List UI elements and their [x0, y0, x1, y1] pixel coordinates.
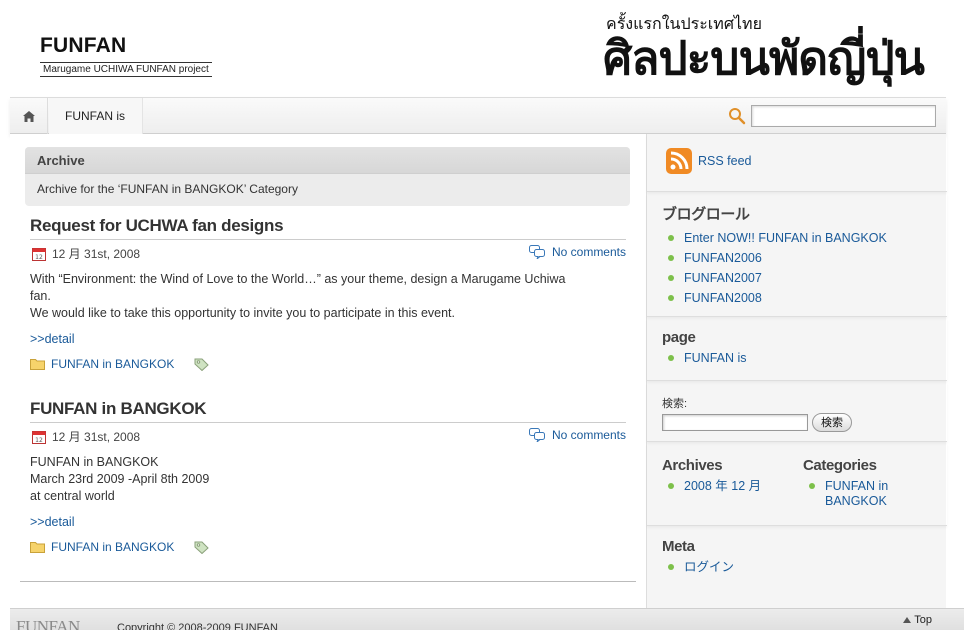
speech-bubbles-icon [528, 428, 545, 442]
archives-link[interactable]: 2008 年 12 月 [662, 476, 792, 496]
speech-bubbles-icon [528, 245, 545, 259]
nav-home-button[interactable] [10, 98, 48, 134]
magnifier-icon[interactable] [728, 107, 746, 128]
post: Request for UCHWA fan designs 12 12 月 31… [30, 216, 626, 371]
page-link[interactable]: FUNFAN is [662, 348, 947, 368]
search-row: 検索 [662, 413, 947, 432]
post-category: FUNFAN in BANGKOK [30, 357, 626, 371]
site-header: FUNFAN Marugame UCHIWA FUNFAN project คร… [0, 0, 964, 96]
content-divider [20, 581, 636, 582]
post-body-line: March 23rd 2009 -April 8th 2009 [30, 472, 210, 486]
blogroll-title: ブログロール [662, 206, 750, 223]
site-footer: FUNFAN Copyright © 2008-2009 FUNFAN Top [10, 608, 964, 630]
calendar-icon: 12 [32, 430, 46, 444]
post-comments-link[interactable]: No comments [528, 428, 626, 442]
blogroll-link[interactable]: FUNFAN2008 [662, 288, 947, 308]
post-detail-link[interactable]: >>detail [30, 332, 626, 346]
sidebar-search-button[interactable]: 検索 [812, 413, 852, 432]
brand[interactable]: FUNFAN Marugame UCHIWA FUNFAN project [40, 34, 212, 77]
tag-icon [194, 358, 210, 371]
tag-icon [194, 541, 210, 554]
back-to-top-label[interactable]: Top [914, 614, 932, 626]
blogroll-list: Enter NOW!! FUNFAN in BANGKOK FUNFAN2006… [662, 228, 947, 308]
archives-list: 2008 年 12 月 [662, 476, 792, 496]
folder-icon [30, 359, 45, 370]
post-detail-link[interactable]: >>detail [30, 515, 626, 529]
post-comments-link[interactable]: No comments [528, 245, 626, 259]
sidebar-search-input[interactable] [662, 414, 808, 431]
categories-link[interactable]: FUNFAN in BANGKOK [803, 476, 933, 509]
blogroll-link[interactable]: Enter NOW!! FUNFAN in BANGKOK [662, 228, 947, 248]
archive-description: Archive for the ‘FUNFAN in BANGKOK’ Cate… [37, 182, 298, 196]
site-title[interactable]: FUNFAN [40, 34, 212, 58]
rss-icon [666, 148, 692, 174]
archives-title: Archives [662, 457, 723, 474]
rss-feed-label[interactable]: RSS feed [698, 154, 752, 168]
post-comments-text[interactable]: No comments [552, 245, 626, 259]
post-date: 12 12 月 31st, 2008 [32, 428, 140, 445]
search-label: 検索: [662, 398, 688, 410]
back-to-top-link[interactable]: Top [903, 614, 932, 626]
categories-widget: Categories FUNFAN in BANGKOK [803, 457, 933, 509]
site-subtitle: Marugame UCHIWA FUNFAN project [40, 62, 212, 77]
post-body-line: We would like to take this opportunity t… [30, 306, 455, 320]
archives-categories-section: Archives 2008 年 12 月 Categories FUNFAN i… [647, 443, 947, 526]
post-body-line: fan. [30, 289, 51, 303]
post-title[interactable]: FUNFAN in BANGKOK [30, 399, 626, 419]
post-category: FUNFAN in BANGKOK [30, 540, 626, 554]
post-meta: 12 12 月 31st, 2008 No comments [30, 239, 626, 265]
post-category-link[interactable]: FUNFAN in BANGKOK [51, 357, 174, 371]
archive-heading: Archive [25, 147, 630, 174]
meta-title: Meta [662, 538, 695, 555]
up-arrow-icon [903, 617, 912, 623]
footer-copyright: Copyright © 2008-2009 FUNFAN [117, 622, 278, 630]
post-title[interactable]: Request for UCHWA fan designs [30, 216, 626, 236]
post-comments-text[interactable]: No comments [552, 428, 626, 442]
post-body-line: FUNFAN in BANGKOK [30, 455, 159, 469]
archives-widget: Archives 2008 年 12 月 [662, 457, 792, 496]
post-category-link[interactable]: FUNFAN in BANGKOK [51, 540, 174, 554]
post-body-line: at central world [30, 489, 115, 503]
categories-title: Categories [803, 457, 877, 474]
folder-icon [30, 542, 45, 553]
header-banner-title: ศิลปะบนพัดญี่ปุ่น [603, 31, 925, 85]
page-list: FUNFAN is [662, 348, 947, 368]
categories-list: FUNFAN in BANGKOK [803, 476, 933, 509]
blogroll-link[interactable]: FUNFAN2007 [662, 268, 947, 288]
calendar-icon: 12 [32, 247, 46, 261]
blogroll-section: ブログロール Enter NOW!! FUNFAN in BANGKOK FUN… [647, 193, 947, 317]
post-meta: 12 12 月 31st, 2008 No comments [30, 422, 626, 448]
post-date: 12 12 月 31st, 2008 [32, 245, 140, 262]
nav-item-funfan-is[interactable]: FUNFAN is [49, 98, 143, 134]
footer-logo: FUNFAN [16, 617, 80, 630]
sidebar: RSS feed ブログロール Enter NOW!! FUNFAN in BA… [646, 134, 947, 608]
meta-section: Meta ログイン [647, 527, 947, 608]
nav-search-input[interactable] [751, 105, 936, 127]
rss-feed-link[interactable]: RSS feed [647, 134, 947, 174]
search-section: 検索: 検索 [647, 382, 947, 442]
page-section: page FUNFAN is [647, 318, 947, 381]
meta-login-link[interactable]: ログイン [662, 557, 947, 577]
post-date-text: 12 月 31st, 2008 [52, 247, 141, 261]
post-body-line: With “Environment: the Wind of Love to t… [30, 272, 566, 286]
post-body: FUNFAN in BANGKOK March 23rd 2009 -April… [30, 454, 626, 505]
svg-text:12: 12 [35, 254, 43, 261]
main-navigation: FUNFAN is [10, 97, 946, 134]
blogroll-link[interactable]: FUNFAN2006 [662, 248, 947, 268]
post: FUNFAN in BANGKOK 12 12 月 31st, 2008 No … [30, 399, 626, 554]
meta-list: ログイン [662, 557, 947, 577]
post-date-text: 12 月 31st, 2008 [52, 430, 141, 444]
home-icon [22, 110, 35, 122]
archive-box: Archive Archive for the ‘FUNFAN in BANGK… [25, 147, 630, 206]
page-title: page [662, 329, 696, 346]
post-body: With “Environment: the Wind of Love to t… [30, 271, 626, 322]
rss-section: RSS feed [647, 134, 947, 192]
main-content: Archive Archive for the ‘FUNFAN in BANGK… [10, 134, 646, 608]
svg-text:12: 12 [35, 437, 43, 444]
